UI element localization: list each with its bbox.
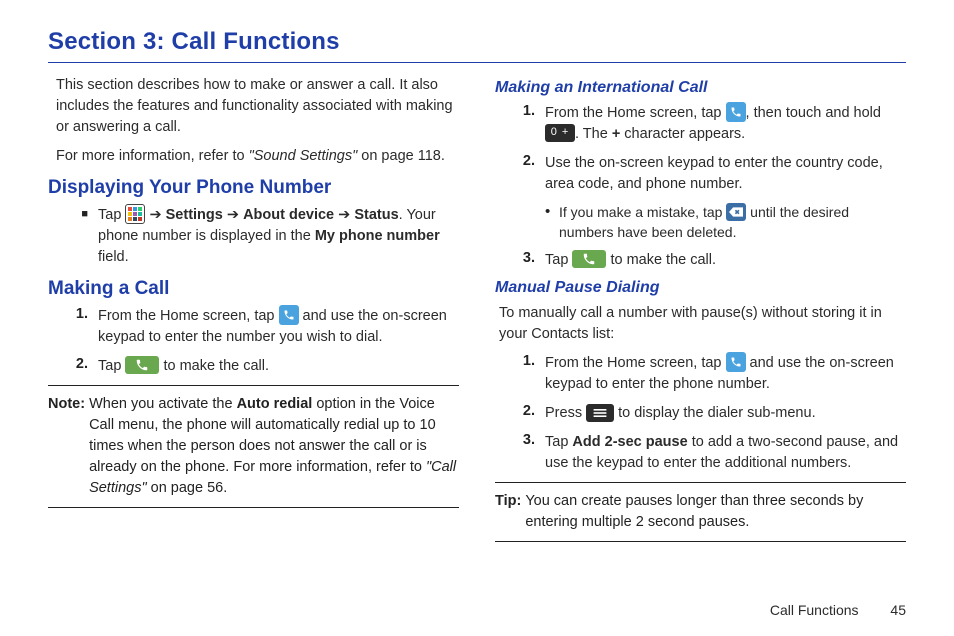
making-call-step-2: Tap to make the call. — [98, 356, 459, 377]
pause-step-3: Tap Add 2-sec pause to add a two-second … — [545, 432, 906, 474]
display-field-end: field. — [98, 249, 129, 265]
call-button-icon — [572, 250, 606, 268]
intl-step-1: From the Home screen, tap , then touch a… — [545, 103, 906, 145]
intl-step-1-num: 1. — [495, 103, 545, 145]
intl3-b: to make the call. — [606, 252, 716, 268]
intl-step-2: Use the on-screen keypad to enter the co… — [545, 153, 906, 195]
tip-block: Tip: You can create pauses longer than t… — [495, 491, 906, 533]
heading-international: Making an International Call — [495, 79, 906, 97]
intl1-a: From the Home screen, tap — [545, 105, 726, 121]
intl1-d: character appears. — [620, 126, 745, 142]
pause-step-2-num: 2. — [495, 403, 545, 424]
intro-p1: This section describes how to make or an… — [56, 75, 459, 138]
sound-settings-ref: "Sound Settings" — [249, 148, 358, 164]
intl3-a: Tap — [545, 252, 572, 268]
pause-step-3-num: 3. — [495, 432, 545, 474]
arrow-2: ➔ — [223, 207, 243, 223]
intl-sub: If you make a mistake, tap until the des… — [559, 203, 906, 242]
note-rule-bottom — [48, 507, 459, 508]
making-call-step-1: From the Home screen, tap and use the on… — [98, 306, 459, 348]
intl1-b: , then touch and hold — [746, 105, 881, 121]
display-tap-text: Tap — [98, 207, 125, 223]
intro-p2-b: on page 118. — [357, 148, 445, 164]
tip-rule-bottom — [495, 541, 906, 542]
backspace-icon — [726, 203, 746, 221]
tip-body: You can create pauses longer than three … — [525, 491, 906, 533]
pause-step-1: From the Home screen, tap and use the on… — [545, 353, 906, 395]
note-a: When you activate the — [89, 396, 237, 412]
p1-a: From the Home screen, tap — [545, 355, 726, 371]
menu-key-icon — [586, 404, 614, 422]
mk2-b: to make the call. — [159, 358, 269, 374]
auto-redial-label: Auto redial — [237, 396, 313, 412]
intro-p2-a: For more information, refer to — [56, 148, 249, 164]
settings-label: Settings — [166, 207, 223, 223]
intl-step-3-num: 3. — [495, 250, 545, 271]
note-body: When you activate the Auto redial option… — [89, 394, 459, 499]
intl1-c: . The — [575, 126, 612, 142]
mk2-a: Tap — [98, 358, 125, 374]
plus-char: + — [612, 126, 620, 142]
about-device-label: About device — [243, 207, 334, 223]
p3-a: Tap — [545, 434, 572, 450]
call-button-icon — [125, 356, 159, 374]
page-number: 45 — [890, 602, 906, 618]
p2-a: Press — [545, 405, 586, 421]
tip-label: Tip: — [495, 491, 525, 533]
heading-displaying: Displaying Your Phone Number — [48, 177, 459, 199]
status-label: Status — [354, 207, 398, 223]
note-c: on page 56. — [147, 480, 228, 496]
heading-pause: Manual Pause Dialing — [495, 279, 906, 297]
pause-intro: To manually call a number with pause(s) … — [495, 303, 906, 345]
arrow-1: ➔ — [145, 207, 165, 223]
right-column: Making an International Call 1. From the… — [495, 75, 906, 550]
left-column: This section describes how to make or an… — [48, 75, 459, 550]
p2-b: to display the dialer sub-menu. — [614, 405, 816, 421]
page-footer: Call Functions 45 — [770, 602, 906, 618]
note-rule-top — [48, 385, 459, 386]
pause-step-1-num: 1. — [495, 353, 545, 395]
intl-sub-a: If you make a mistake, tap — [559, 204, 726, 220]
section-title: Section 3: Call Functions — [48, 28, 906, 56]
apps-grid-icon — [125, 204, 145, 224]
phone-app-icon — [279, 305, 299, 325]
my-phone-number-label: My phone number — [315, 228, 440, 244]
phone-app-icon — [726, 352, 746, 372]
mk1-a: From the Home screen, tap — [98, 308, 279, 324]
zero-plus-key-icon: 0 + — [545, 124, 575, 142]
add-2sec-pause-label: Add 2-sec pause — [572, 434, 687, 450]
title-rule — [48, 62, 906, 63]
intro-p2: For more information, refer to "Sound Se… — [56, 146, 459, 167]
arrow-3: ➔ — [334, 207, 354, 223]
content-columns: This section describes how to make or an… — [48, 75, 906, 550]
note-block: Note: When you activate the Auto redial … — [48, 394, 459, 499]
sub-bullet-mark: • — [545, 203, 559, 242]
footer-label: Call Functions — [770, 602, 859, 618]
square-bullet: ■ — [48, 205, 98, 268]
heading-making-call: Making a Call — [48, 278, 459, 300]
intl-step-2-num: 2. — [495, 153, 545, 195]
pause-step-2: Press to display the dialer sub-menu. — [545, 403, 906, 424]
display-step: Tap ➔ Settings ➔ About device ➔ Status. … — [98, 205, 459, 268]
step-number-1: 1. — [48, 306, 98, 348]
note-label: Note: — [48, 394, 89, 499]
intl-step-3: Tap to make the call. — [545, 250, 906, 271]
step-number-2: 2. — [48, 356, 98, 377]
tip-rule-top — [495, 482, 906, 483]
phone-app-icon — [726, 102, 746, 122]
